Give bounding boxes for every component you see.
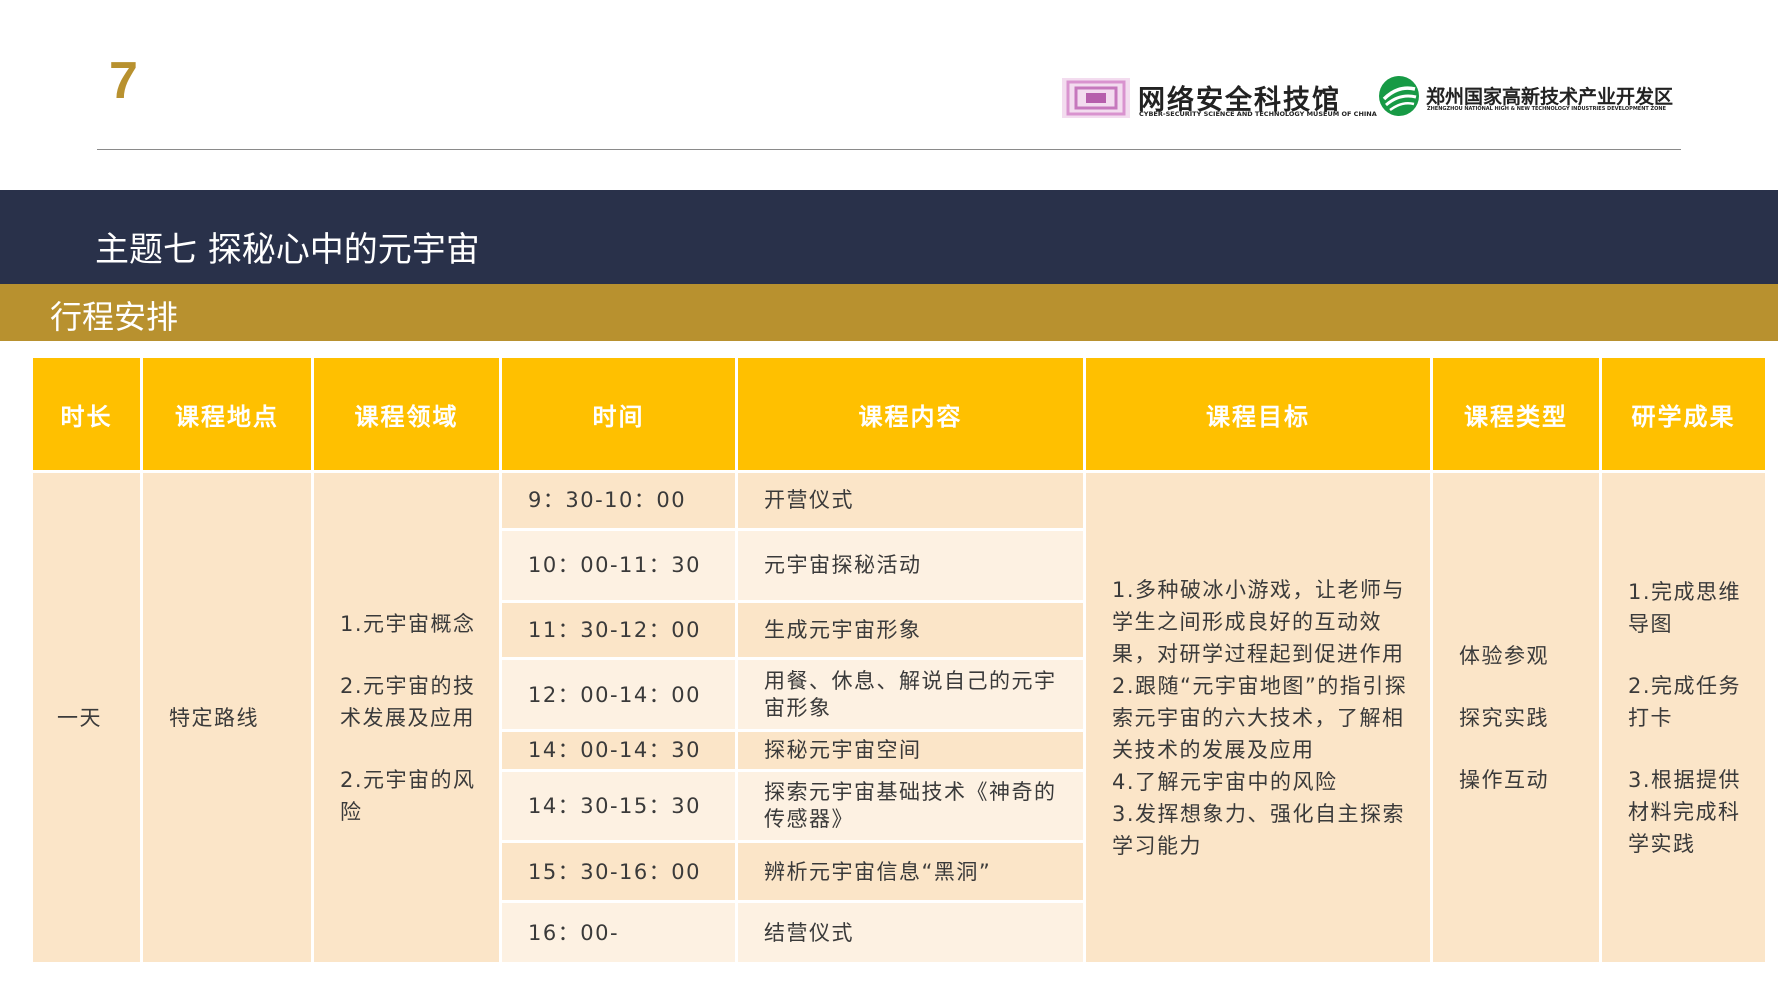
goal-item: 1.多种破冰小游戏，让老师与学生之间形成良好的互动效果，对研学过程起到促进作用 <box>1112 577 1406 666</box>
header-content: 课程内容 <box>738 358 1083 470</box>
page-number: 7 <box>109 52 138 110</box>
header-domain: 课程领域 <box>314 358 499 470</box>
content-cell: 开营仪式 <box>738 473 1083 528</box>
outcome-item: 3.根据提供材料完成科学实践 <box>1628 767 1742 856</box>
zhengzhou-zone-logo: 郑州国家高新技术产业开发区 ZHENGZHOU NATIONAL HIGH & … <box>1378 75 1678 123</box>
section-bar <box>0 284 1778 341</box>
content-cell: 用餐、休息、解说自己的元宇宙形象 <box>738 660 1083 730</box>
cyber-museum-logo: 网络安全科技馆 CYBER-SECURITY SCIENCE AND TECHN… <box>1062 76 1382 122</box>
theme-title: 主题七 探秘心中的元宇宙 <box>95 230 480 270</box>
time-cell: 15：30-16：00 <box>502 843 735 901</box>
header-duration: 时长 <box>33 358 140 470</box>
header-goals: 课程目标 <box>1086 358 1430 470</box>
section-title: 行程安排 <box>50 298 179 336</box>
type-cell: 体验参观 探究实践 操作互动 <box>1433 473 1599 962</box>
zhengzhou-zone-name: 郑州国家高新技术产业开发区 <box>1426 86 1674 108</box>
time-cell: 10：00-11：30 <box>502 530 735 600</box>
content-cell: 结营仪式 <box>738 903 1083 962</box>
content-cell: 辨析元宇宙信息“黑洞” <box>738 843 1083 901</box>
domain-cell: 1.元宇宙概念 2.元宇宙的技术发展及应用 2.元宇宙的风险 <box>314 473 499 962</box>
duration-cell: 一天 <box>33 473 140 962</box>
cyber-museum-subtitle: CYBER-SECURITY SCIENCE AND TECHNOLOGY MU… <box>1139 110 1377 118</box>
zhengzhou-zone-subtitle: ZHENGZHOU NATIONAL HIGH & NEW TECHNOLOGY… <box>1427 106 1667 112</box>
content-cell: 探秘元宇宙空间 <box>738 732 1083 769</box>
time-cell: 14：00-14：30 <box>502 732 735 769</box>
time-cell: 14：30-15：30 <box>502 771 735 841</box>
time-cell: 16：00- <box>502 903 735 962</box>
location-cell: 特定路线 <box>143 473 311 962</box>
time-cell: 9：30-10：00 <box>502 473 735 528</box>
content-cell: 生成元宇宙形象 <box>738 602 1083 658</box>
table-header-row: 时长 课程地点 课程领域 时间 课程内容 课程目标 课程类型 研学成果 <box>33 358 1765 470</box>
domain-item: 2.元宇宙的风险 <box>340 767 476 824</box>
type-item: 操作互动 <box>1459 767 1549 792</box>
header-type: 课程类型 <box>1433 358 1599 470</box>
header-divider <box>97 149 1681 150</box>
outcome-item: 1.完成思维导图 <box>1628 579 1742 636</box>
header-outcomes: 研学成果 <box>1602 358 1765 470</box>
table-row: 一天 特定路线 1.元宇宙概念 2.元宇宙的技术发展及应用 2.元宇宙的风险 9… <box>33 473 1765 962</box>
outcome-item: 2.完成任务打卡 <box>1628 673 1742 730</box>
content-cell: 元宇宙探秘活动 <box>738 530 1083 600</box>
goal-item: 4.了解元宇宙中的风险 <box>1112 769 1338 794</box>
outcomes-cell: 1.完成思维导图 2.完成任务打卡 3.根据提供材料完成科学实践 <box>1602 473 1765 962</box>
goal-item: 3.发挥想象力、强化自主探索学习能力 <box>1112 801 1406 858</box>
content-cell: 探索元宇宙基础技术《神奇的传感器》 <box>738 771 1083 841</box>
goal-item: 2.跟随“元宇宙地图”的指引探索元宇宙的六大技术，了解相关技术的发展及应用 <box>1112 673 1408 762</box>
type-item: 体验参观 <box>1459 643 1549 668</box>
domain-item: 1.元宇宙概念 <box>340 611 476 636</box>
time-cell: 12：00-14：00 <box>502 660 735 730</box>
domain-item: 2.元宇宙的技术发展及应用 <box>340 673 476 730</box>
schedule-table: 时长 课程地点 课程领域 时间 课程内容 课程目标 课程类型 研学成果 一天 特… <box>30 355 1768 965</box>
header-location: 课程地点 <box>143 358 311 470</box>
header-time: 时间 <box>502 358 735 470</box>
goals-cell: 1.多种破冰小游戏，让老师与学生之间形成良好的互动效果，对研学过程起到促进作用 … <box>1086 473 1430 962</box>
type-item: 探究实践 <box>1459 705 1549 730</box>
cyber-museum-logo-icon <box>1062 78 1130 118</box>
zhengzhou-zone-logo-icon <box>1379 76 1419 116</box>
time-cell: 11：30-12：00 <box>502 602 735 658</box>
